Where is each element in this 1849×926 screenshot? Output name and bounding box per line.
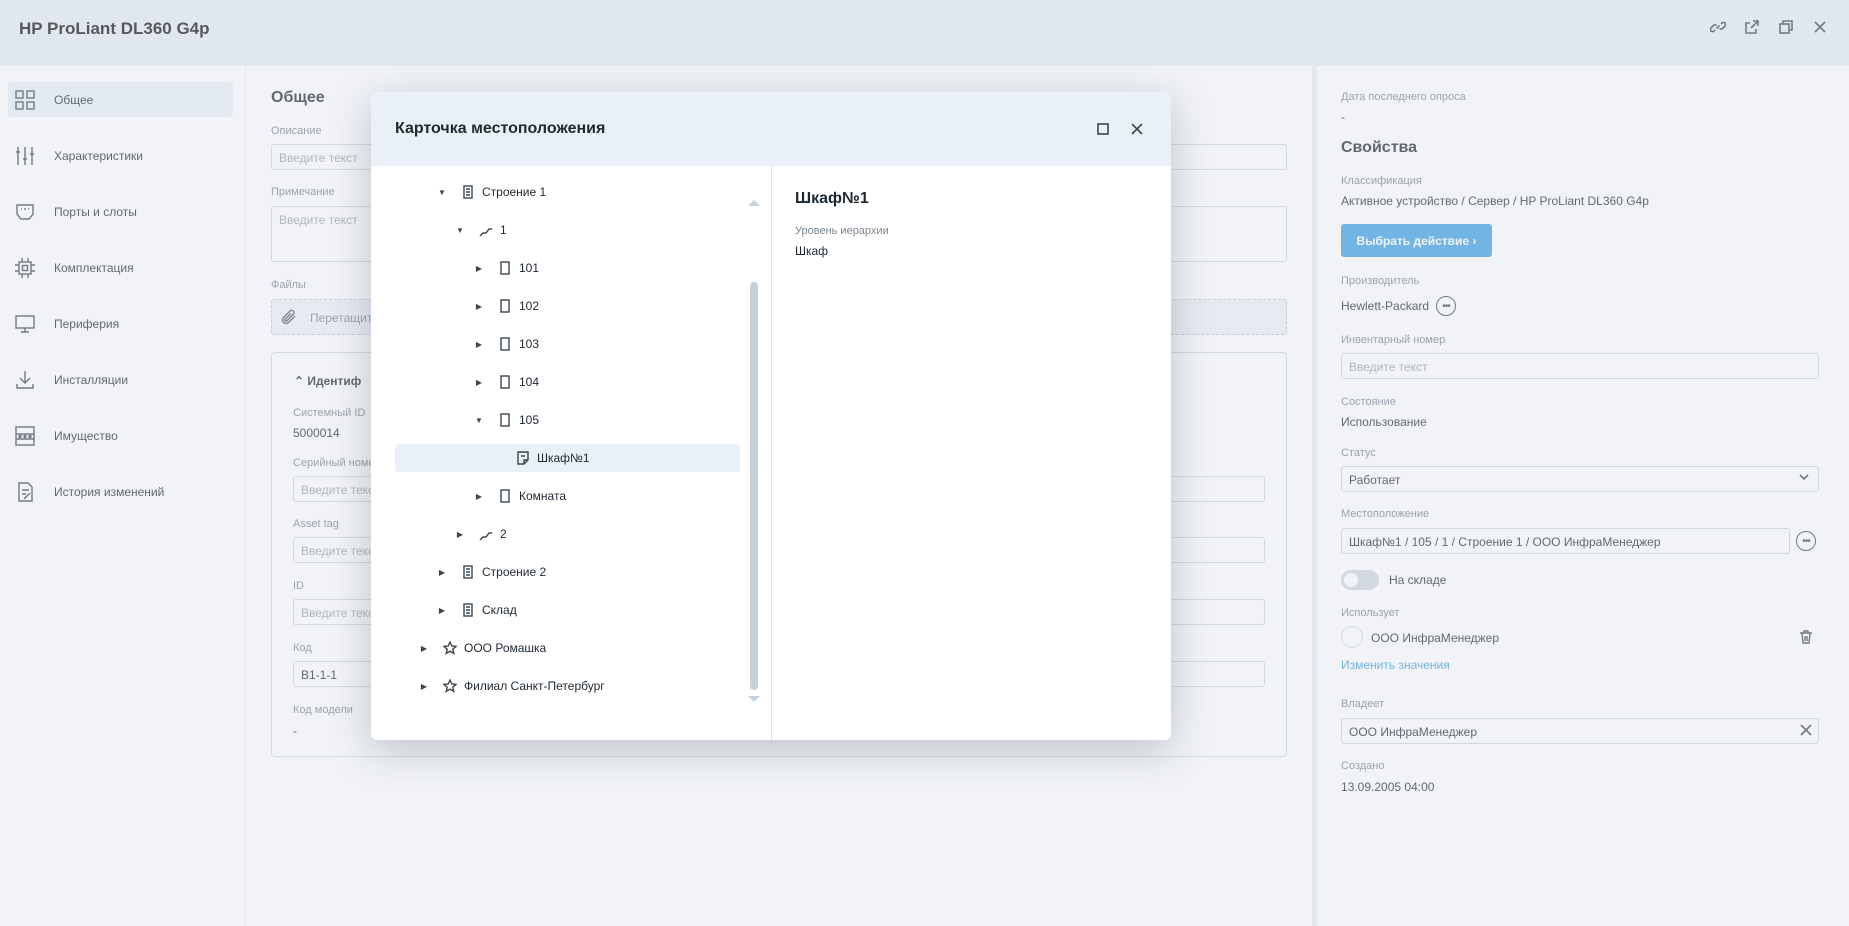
star-icon bbox=[442, 678, 458, 694]
tree-node[interactable]: ▶ Комната bbox=[473, 482, 751, 510]
tree-node-label: Шкаф№1 bbox=[537, 451, 590, 465]
tree-scrollbar[interactable] bbox=[750, 282, 758, 690]
door-icon bbox=[497, 336, 513, 352]
tree-node-label: Строение 1 bbox=[482, 185, 547, 199]
stairs-icon bbox=[478, 222, 494, 238]
location-card-modal: Карточка местоположения ▼ Строение 1 ▼ 1… bbox=[371, 92, 1171, 740]
tree-node-label: Филиал Санкт-Петербург bbox=[464, 679, 605, 693]
building-icon bbox=[460, 602, 476, 618]
tree-node-label: ООО Ромашка bbox=[464, 641, 547, 655]
tree-node[interactable]: ▼ 1 bbox=[454, 216, 751, 244]
door-icon bbox=[497, 260, 513, 276]
tree-node-selected[interactable]: Шкаф№1 bbox=[395, 444, 740, 472]
caret-icon[interactable]: ▼ bbox=[473, 416, 485, 425]
caret-icon[interactable]: ▶ bbox=[436, 606, 448, 615]
hierarchy-level-value: Шкаф bbox=[795, 244, 829, 258]
modal-close-icon[interactable] bbox=[1128, 120, 1146, 138]
scroll-up-arrow[interactable] bbox=[748, 200, 760, 206]
caret-icon[interactable]: ▼ bbox=[436, 188, 448, 197]
door-icon bbox=[497, 488, 513, 504]
tree-node-label: 104 bbox=[519, 375, 540, 389]
tree-node[interactable]: ▶ ООО Ромашка bbox=[418, 634, 751, 662]
rack-icon bbox=[515, 450, 531, 466]
tree-node[interactable]: ▶ 2 bbox=[454, 520, 751, 548]
modal-header: Карточка местоположения bbox=[371, 92, 1171, 166]
tree-node[interactable]: ▼ Строение 1 bbox=[436, 178, 751, 206]
caret-icon[interactable]: ▶ bbox=[473, 302, 485, 311]
tree-node-label: 2 bbox=[500, 527, 507, 541]
caret-icon[interactable]: ▶ bbox=[454, 530, 466, 539]
tree-node[interactable]: ▶ 103 bbox=[473, 330, 751, 358]
star-icon bbox=[442, 640, 458, 656]
caret-icon[interactable]: ▼ bbox=[454, 226, 466, 235]
tree-node-label: Комната bbox=[519, 489, 566, 503]
tree-node-label: 1 bbox=[500, 223, 507, 237]
tree-node-label: Строение 2 bbox=[482, 565, 547, 579]
caret-icon[interactable]: ▶ bbox=[473, 340, 485, 349]
tree-node-label: 103 bbox=[519, 337, 540, 351]
caret-icon[interactable]: ▶ bbox=[418, 682, 430, 691]
modal-title: Карточка местоположения bbox=[395, 120, 606, 137]
hierarchy-level-label: Уровень иерархии bbox=[795, 225, 889, 237]
scroll-down-arrow[interactable] bbox=[748, 696, 760, 702]
door-icon bbox=[497, 298, 513, 314]
caret-icon[interactable]: ▶ bbox=[418, 644, 430, 653]
caret-icon[interactable]: ▶ bbox=[473, 264, 485, 273]
tree-node-label: 102 bbox=[519, 299, 540, 313]
door-icon bbox=[497, 412, 513, 428]
tree-node-label: Склад bbox=[482, 603, 517, 617]
caret-icon[interactable]: ▶ bbox=[473, 378, 485, 387]
building-icon bbox=[460, 564, 476, 580]
tree-node[interactable]: ▶ Склад bbox=[436, 596, 751, 624]
tree-node[interactable]: ▶ 104 bbox=[473, 368, 751, 396]
door-icon bbox=[497, 374, 513, 390]
building-icon bbox=[460, 184, 476, 200]
tree-node-label: 105 bbox=[519, 413, 540, 427]
caret-icon[interactable]: ▶ bbox=[473, 492, 485, 501]
tree-node-label: 101 bbox=[519, 261, 540, 275]
tree-node[interactable]: ▶ Строение 2 bbox=[436, 558, 751, 586]
caret-icon[interactable]: ▶ bbox=[436, 568, 448, 577]
tree-node[interactable]: ▶ 101 bbox=[473, 254, 751, 282]
stairs-icon bbox=[478, 526, 494, 542]
tree-node[interactable]: ▶ Филиал Санкт-Петербург bbox=[418, 672, 751, 700]
tree-node[interactable]: ▶ 102 bbox=[473, 292, 751, 320]
tree-node[interactable]: ▼ 105 bbox=[473, 406, 751, 434]
maximize-icon[interactable] bbox=[1094, 120, 1112, 138]
modal-divider bbox=[771, 166, 772, 740]
location-tree: ▼ Строение 1 ▼ 1 ▶ 101 ▶ 102 ▶ 103 ▶ 104 bbox=[371, 166, 771, 740]
detail-title: Шкаф№1 bbox=[795, 190, 869, 207]
